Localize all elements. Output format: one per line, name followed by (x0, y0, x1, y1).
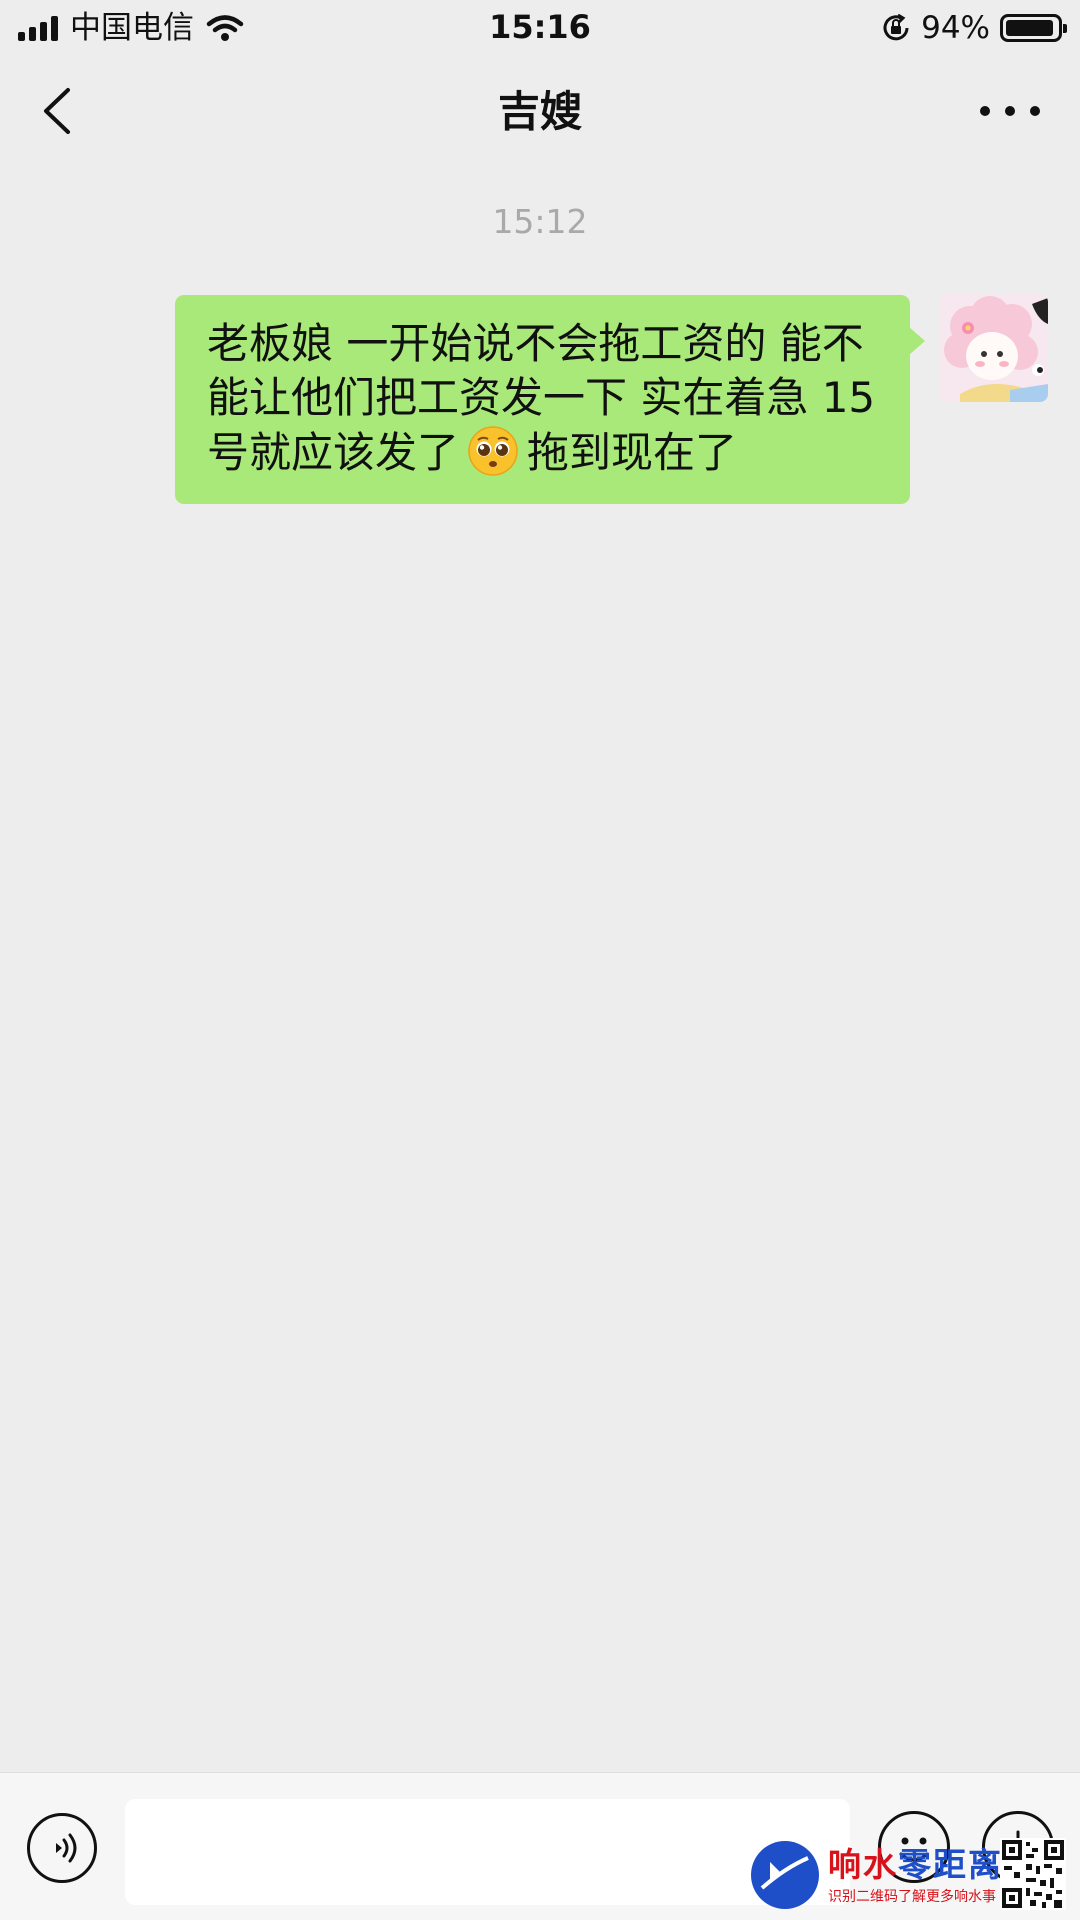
message-timestamp: 15:12 (492, 202, 588, 241)
avatar-image (940, 294, 1048, 402)
watermark-subtitle: 识别二维码了解更多响水事 (828, 1889, 996, 1905)
nav-bar: 吉嫂 (0, 56, 1080, 166)
voice-icon (56, 1833, 77, 1863)
watermark-title-part2: 零距离 (898, 1845, 1003, 1884)
chat-title: 吉嫂 (497, 87, 582, 136)
status-bar: 中国电信 15:16 94% (0, 0, 1080, 56)
avatar[interactable] (940, 294, 1048, 402)
more-dots-icon (980, 106, 990, 116)
message-input[interactable] (125, 1799, 850, 1905)
watermark-logo (751, 1841, 819, 1909)
watermark-title: 响水零距离 (828, 1838, 1003, 1886)
orientation-lock-icon (883, 13, 909, 41)
battery-icon (1000, 14, 1067, 42)
qr-code-icon (1000, 1838, 1066, 1910)
pleading-face-emoji (468, 426, 518, 476)
voice-button[interactable] (27, 1813, 97, 1883)
message-text-end: 拖到现在了 (527, 428, 738, 477)
message-bubble[interactable]: 老板娘 一开始说不会拖工资的 能不能让他们把工资发一下 实在着急 15号就应该发… (175, 295, 925, 504)
status-right: 94% (881, 8, 1067, 48)
watermark: 响水零距离 识别二维码了解更多响水事 (748, 1832, 1068, 1916)
more-button[interactable] (980, 96, 1040, 126)
watermark-title-part1: 响水 (828, 1845, 898, 1884)
battery-fill (1006, 20, 1053, 36)
battery-percent: 94% (921, 10, 990, 46)
